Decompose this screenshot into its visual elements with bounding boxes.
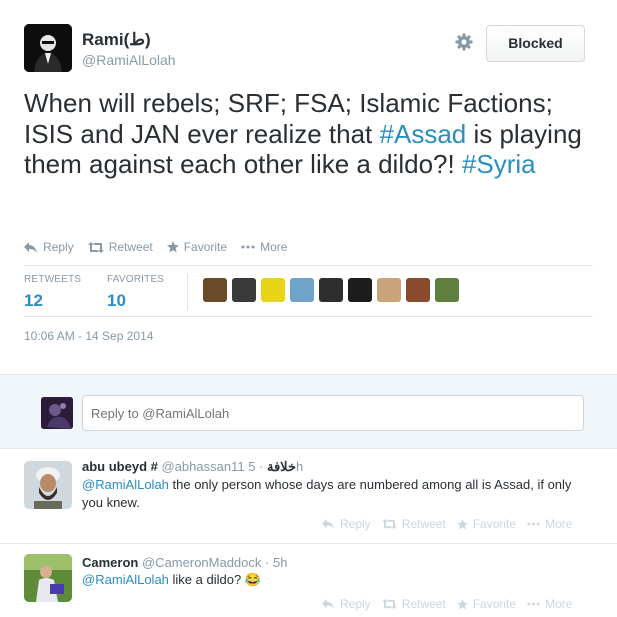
reply-text-body: like a dildo? 😂 <box>168 572 261 587</box>
reply-label: Reply <box>43 240 74 254</box>
more-icon <box>527 522 540 526</box>
reply-action[interactable]: Reply <box>322 517 371 531</box>
tweet-timestamp[interactable]: 10:06 AM - 14 Sep 2014 <box>24 329 153 343</box>
favoriter-avatar[interactable] <box>348 278 372 302</box>
retweet-action[interactable]: Retweet <box>381 597 446 611</box>
tweet-text: When will rebels; SRF; FSA; Islamic Fact… <box>24 88 609 180</box>
favoriter-avatar[interactable] <box>203 278 227 302</box>
divider <box>24 316 593 317</box>
retweet-action[interactable]: Retweet <box>381 517 446 531</box>
favorites-label: FAVORITES <box>107 274 165 285</box>
divider <box>24 265 593 266</box>
blocked-button[interactable]: Blocked <box>486 25 585 62</box>
retweet-icon <box>381 599 397 609</box>
more-icon <box>241 245 255 249</box>
favorite-label: Favorite <box>183 240 228 254</box>
favorites-stat[interactable]: FAVORITES 10 <box>107 274 164 311</box>
hashtag-syria[interactable]: #Syria <box>462 149 536 179</box>
favorite-action[interactable]: Favorite <box>166 240 228 254</box>
reply-tweet[interactable]: abu ubeyd # @abhassan11 خلافة · 5h @Rami… <box>0 449 617 543</box>
more-action[interactable]: More <box>241 240 287 254</box>
reply-avatar[interactable] <box>24 461 72 509</box>
mention-link[interactable]: @RamiAlLolah <box>82 477 169 492</box>
more-label: More <box>545 597 573 611</box>
favoriter-avatars <box>203 278 464 302</box>
stat-separator <box>187 274 188 310</box>
retweet-label: Retweet <box>401 597 446 611</box>
favorite-action[interactable]: Favorite <box>456 517 517 531</box>
favoriter-avatar[interactable] <box>377 278 401 302</box>
retweet-label: Retweet <box>108 240 153 254</box>
more-icon <box>527 602 540 606</box>
reply-author-name[interactable]: abu ubeyd # <box>82 459 158 474</box>
more-action[interactable]: More <box>527 597 572 611</box>
reply-author-name[interactable]: Cameron <box>82 555 138 570</box>
reply-text: @RamiAlLolah like a dildo? 😂 <box>82 571 592 589</box>
reply-avatar[interactable] <box>24 554 72 602</box>
reply-action[interactable]: Reply <box>322 597 371 611</box>
star-icon <box>456 518 468 530</box>
favoriter-avatar[interactable] <box>406 278 430 302</box>
reply-author-handle[interactable]: @abhassan11 <box>161 459 244 474</box>
gear-icon[interactable] <box>455 33 475 53</box>
reply-tweet[interactable]: Cameron @CameronMaddock · 5h @RamiAlLola… <box>0 544 617 617</box>
reply-icon <box>322 519 334 529</box>
favoriter-avatar[interactable] <box>435 278 459 302</box>
reply-icon <box>322 599 334 609</box>
reply-time[interactable]: · 5h <box>265 555 287 570</box>
reply-author-suffix: خلافة <box>267 459 296 474</box>
retweet-icon <box>87 241 104 253</box>
favorites-count: 10 <box>107 291 126 310</box>
reply-actions: Reply Retweet Favorite More <box>322 597 583 611</box>
retweets-count: 12 <box>24 291 43 310</box>
favoriter-avatar[interactable] <box>232 278 256 302</box>
retweets-label: RETWEETS <box>24 274 82 285</box>
reply-action[interactable]: Reply <box>24 240 74 254</box>
more-label: More <box>545 517 573 531</box>
reply-header: abu ubeyd # @abhassan11 خلافة · 5h <box>82 459 303 475</box>
main-tweet: Rami(ط) @RamiAlLolah Blocked When will r… <box>0 0 617 374</box>
mention-link[interactable]: @RamiAlLolah <box>82 572 169 587</box>
reply-input[interactable] <box>82 395 584 431</box>
author-name[interactable]: Rami(ط) <box>82 30 151 50</box>
current-user-avatar <box>41 397 73 429</box>
author-avatar[interactable] <box>24 24 72 72</box>
star-icon <box>456 598 468 610</box>
favoriter-avatar[interactable] <box>261 278 285 302</box>
reply-label: Reply <box>340 597 371 611</box>
favoriter-avatar[interactable] <box>319 278 343 302</box>
favorite-action[interactable]: Favorite <box>456 597 517 611</box>
reply-author-handle[interactable]: @CameronMaddock <box>142 555 261 570</box>
reply-header: Cameron @CameronMaddock · 5h <box>82 555 287 570</box>
favorite-label: Favorite <box>472 517 517 531</box>
star-icon <box>166 241 179 253</box>
more-action[interactable]: More <box>527 517 572 531</box>
reply-icon <box>24 241 37 253</box>
reply-actions: Reply Retweet Favorite More <box>322 517 583 531</box>
more-label: More <box>260 240 288 254</box>
retweets-stat[interactable]: RETWEETS 12 <box>24 274 81 311</box>
reply-label: Reply <box>340 517 371 531</box>
retweet-label: Retweet <box>401 517 446 531</box>
author-handle[interactable]: @RamiAlLolah <box>82 52 176 68</box>
retweet-icon <box>381 519 397 529</box>
hashtag-assad[interactable]: #Assad <box>380 119 467 149</box>
favoriter-avatar[interactable] <box>290 278 314 302</box>
retweet-action[interactable]: Retweet <box>87 240 153 254</box>
reply-text: @RamiAlLolah the only person whose days … <box>82 476 592 512</box>
favorite-label: Favorite <box>472 597 517 611</box>
tweet-actions: Reply Retweet Favorite More <box>24 240 301 254</box>
